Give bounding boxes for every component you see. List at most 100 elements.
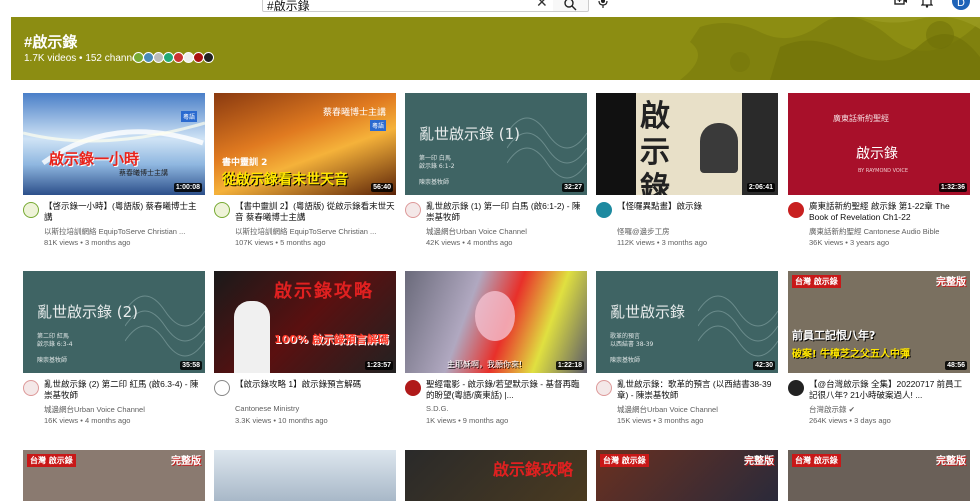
video-card[interactable]: 主耶穌啊，我願你來! 1:22:18 聖經電影 - 啟示錄/若望默示錄 - 基督… xyxy=(405,271,587,425)
video-title[interactable]: 【啟示錄攻略 1】啟示錄預言解碼 xyxy=(235,379,395,390)
video-thumbnail[interactable]: 啟示錄攻略 xyxy=(405,450,587,501)
create-video-icon[interactable] xyxy=(894,0,908,8)
video-title[interactable]: 【啓示錄一小時】(粵語版) 蔡春曦博士主講 xyxy=(44,201,204,223)
channel-name[interactable]: Cantonese Ministry xyxy=(235,404,395,413)
video-duration: 1:00:08 xyxy=(173,183,202,192)
channel-name[interactable]: 城邊網台Urban Voice Channel xyxy=(426,226,586,237)
video-card[interactable]: 台灣 啟示錄 完整版 前員工記恨八年? 破案! 牛樟芝之父五人中彈 48:56 … xyxy=(788,271,970,425)
channel-name[interactable]: 台灣啟示錄 ✔ xyxy=(809,404,969,415)
video-card[interactable] xyxy=(214,450,396,501)
video-card[interactable]: 啟示錄攻略 xyxy=(405,450,587,501)
channel-avatar[interactable] xyxy=(214,380,230,396)
video-thumbnail[interactable]: 台灣 啟示錄 完整版 xyxy=(788,450,970,501)
thumbnail-tag: 台灣 啟示錄 xyxy=(792,454,841,467)
channel-avatar[interactable] xyxy=(596,380,612,396)
thumbnail-badge: 完整版 xyxy=(936,456,966,467)
video-title[interactable]: 【書中靈訓 2】(粵語版) 從啟示錄看末世天音 蔡春曦博士主講 xyxy=(235,201,395,223)
channel-avatar[interactable] xyxy=(788,380,804,396)
verified-icon: ✔ xyxy=(848,405,855,414)
channel-avatar[interactable] xyxy=(596,202,612,218)
search-input[interactable]: #啟示錄 xyxy=(262,0,554,12)
wave-art xyxy=(125,295,205,357)
video-thumbnail[interactable]: 亂世啟示錄 (1) 第一印 白馬 啟示錄 6:1-2 陳崇基牧師 32:27 xyxy=(405,93,587,195)
channel-avatar[interactable] xyxy=(788,202,804,218)
channel-avatars xyxy=(133,52,214,63)
microphone-icon[interactable] xyxy=(598,0,608,8)
presenter-figure xyxy=(234,301,270,373)
video-meta: 15K views • 3 months ago xyxy=(617,416,704,425)
video-thumbnail[interactable]: 啟示錄 2:06:41 xyxy=(596,93,778,195)
video-meta: 112K views • 3 months ago xyxy=(617,238,708,247)
thumbnail-title: 啟示錄 xyxy=(856,146,898,162)
video-title[interactable]: 聖經電影 - 啟示錄/若望默示錄 - 基督再臨的盼望(粵語/廣東話) |... xyxy=(426,379,586,401)
video-duration: 35:58 xyxy=(180,361,202,370)
channel-avatar[interactable] xyxy=(23,202,39,218)
video-thumbnail[interactable]: 台灣 啟示錄 完整版 xyxy=(23,450,205,501)
video-thumbnail[interactable]: 啟示錄一小時 蔡春曦博士主講 粵語 1:00:08 xyxy=(23,93,205,195)
thumbnail-tag: 台灣 啟示錄 xyxy=(792,275,841,288)
thumbnail-title: 亂世啟示錄 (1) xyxy=(419,125,521,143)
clear-search-icon[interactable]: ✕ xyxy=(536,0,548,11)
video-title[interactable]: 亂世啟示錄 (2) 第二印 紅馬 (啟6.3-4) - 陳崇基牧師 xyxy=(44,379,204,401)
thumbnail-badge: 粵語 xyxy=(180,111,197,122)
video-meta: 1K views • 9 months ago xyxy=(426,416,509,425)
channel-avatar[interactable] xyxy=(405,380,421,396)
video-title[interactable]: 廣東話新約聖經 啟示錄 第1-22章 The Book of Revelatio… xyxy=(809,201,969,223)
video-title[interactable]: 亂世啟示錄 (1) 第一印 白馬 (啟6:1-2) - 陳崇基牧師 xyxy=(426,201,586,223)
thumbnail-dark-panel xyxy=(596,93,636,195)
thumbnail-title: 啟示錄攻略 xyxy=(274,281,374,302)
video-meta: 81K views • 3 months ago xyxy=(44,238,131,247)
video-thumbnail[interactable]: 主耶穌啊，我願你來! 1:22:18 xyxy=(405,271,587,373)
video-card[interactable]: 亂世啟示錄 (1) 第一印 白馬 啟示錄 6:1-2 陳崇基牧師 32:27 亂… xyxy=(405,93,587,247)
video-card[interactable]: 啟示錄一小時 蔡春曦博士主講 粵語 1:00:08 【啓示錄一小時】(粵語版) … xyxy=(23,93,205,247)
video-duration: 42:30 xyxy=(753,361,775,370)
channel-avatar[interactable] xyxy=(405,202,421,218)
video-thumbnail[interactable]: 亂世啟示錄 歌革的預言 以西結書 38-39 陳崇基牧師 42:30 xyxy=(596,271,778,373)
channel-name[interactable]: 廣東話新約聖經 Cantonese Audio Bible xyxy=(809,226,969,237)
video-thumbnail[interactable]: 台灣 啟示錄 完整版 前員工記恨八年? 破案! 牛樟芝之父五人中彈 48:56 xyxy=(788,271,970,373)
video-thumbnail[interactable]: 亂世啟示錄 (2) 第二印 紅馬 啟示錄 6:3-4 陳崇基牧師 35:58 xyxy=(23,271,205,373)
thumbnail-author: 陳崇基牧師 xyxy=(419,179,450,186)
video-title[interactable]: 亂世啟示錄：歌革的預言 (以西結書38-39 章) - 陳崇基牧師 xyxy=(617,379,777,401)
video-title[interactable]: 【怪囉異點畫】啟示錄 xyxy=(617,201,777,212)
channel-name-text[interactable]: 台灣啟示錄 xyxy=(809,405,847,414)
video-card[interactable]: 廣東話新約聖經 啟示錄 BY RAYMOND VOICE 1:32:36 廣東話… xyxy=(788,93,970,247)
video-duration: 1:23:57 xyxy=(364,361,393,370)
thumbnail-reference: 啟示錄 6:3-4 xyxy=(37,341,73,348)
video-title[interactable]: 【@台灣啟示錄 全集】20220717 前員工記很八年? 21小時破案過人! .… xyxy=(809,379,969,401)
video-duration: 48:56 xyxy=(945,361,967,370)
thumbnail-title: 前員工記恨八年? xyxy=(792,329,876,342)
video-card[interactable]: 亂世啟示錄 歌革的預言 以西結書 38-39 陳崇基牧師 42:30 亂世啟示錄… xyxy=(596,271,778,425)
video-duration: 32:27 xyxy=(562,183,584,192)
channel-name[interactable]: 怪囉@邊步工房 xyxy=(617,226,777,237)
channel-avatar[interactable] xyxy=(214,202,230,218)
video-meta: 16K views • 4 months ago xyxy=(44,416,131,425)
video-card[interactable]: 台灣 啟示錄 完整版 xyxy=(23,450,205,501)
video-card[interactable]: 台灣 啟示錄 完整版 xyxy=(788,450,970,501)
thumbnail-reference: 啟示錄 6:1-2 xyxy=(419,163,455,170)
channel-name[interactable]: 城邊網台Urban Voice Channel xyxy=(617,404,777,415)
light-burst-art xyxy=(23,121,205,166)
channel-name[interactable]: S.D.G. xyxy=(426,404,586,413)
video-card[interactable]: 台灣 啟示錄 完整版 xyxy=(596,450,778,501)
video-card[interactable]: 啟示錄 2:06:41 【怪囉異點畫】啟示錄 怪囉@邊步工房 112K view… xyxy=(596,93,778,247)
channel-avatar[interactable] xyxy=(23,380,39,396)
video-card[interactable]: 啟示錄攻略 100% 啟示錄預言解碼 1:23:57 【啟示錄攻略 1】啟示錄預… xyxy=(214,271,396,425)
video-thumbnail[interactable]: 書中靈訓 2 從啟示錄看末世天音 蔡春曦博士主講 粵語 56:40 xyxy=(214,93,396,195)
channel-name[interactable]: 以斯拉培訓網絡 EquipToServe Christian ... xyxy=(235,226,395,237)
video-duration: 1:32:36 xyxy=(938,183,967,192)
search-button[interactable] xyxy=(553,0,589,12)
thumbnail-title: 啟示錄攻略 xyxy=(493,460,574,479)
notifications-bell-icon[interactable] xyxy=(921,0,933,8)
thumbnail-tag: 台灣 啟示錄 xyxy=(27,454,76,467)
video-card[interactable]: 亂世啟示錄 (2) 第二印 紅馬 啟示錄 6:3-4 陳崇基牧師 35:58 亂… xyxy=(23,271,205,425)
thumbnail-badge: 完整版 xyxy=(936,277,966,288)
video-thumbnail[interactable]: 廣東話新約聖經 啟示錄 BY RAYMOND VOICE 1:32:36 xyxy=(788,93,970,195)
video-thumbnail[interactable] xyxy=(214,450,396,501)
channel-name[interactable]: 城邊網台Urban Voice Channel xyxy=(44,404,204,415)
video-card[interactable]: 書中靈訓 2 從啟示錄看末世天音 蔡春曦博士主講 粵語 56:40 【書中靈訓 … xyxy=(214,93,396,247)
video-thumbnail[interactable]: 台灣 啟示錄 完整版 xyxy=(596,450,778,501)
channel-name[interactable]: 以斯拉培訓網絡 EquipToServe Christian ... xyxy=(44,226,204,237)
thumbnail-subtitle: 廣東話新約聖經 xyxy=(833,114,889,123)
video-thumbnail[interactable]: 啟示錄攻略 100% 啟示錄預言解碼 1:23:57 xyxy=(214,271,396,373)
